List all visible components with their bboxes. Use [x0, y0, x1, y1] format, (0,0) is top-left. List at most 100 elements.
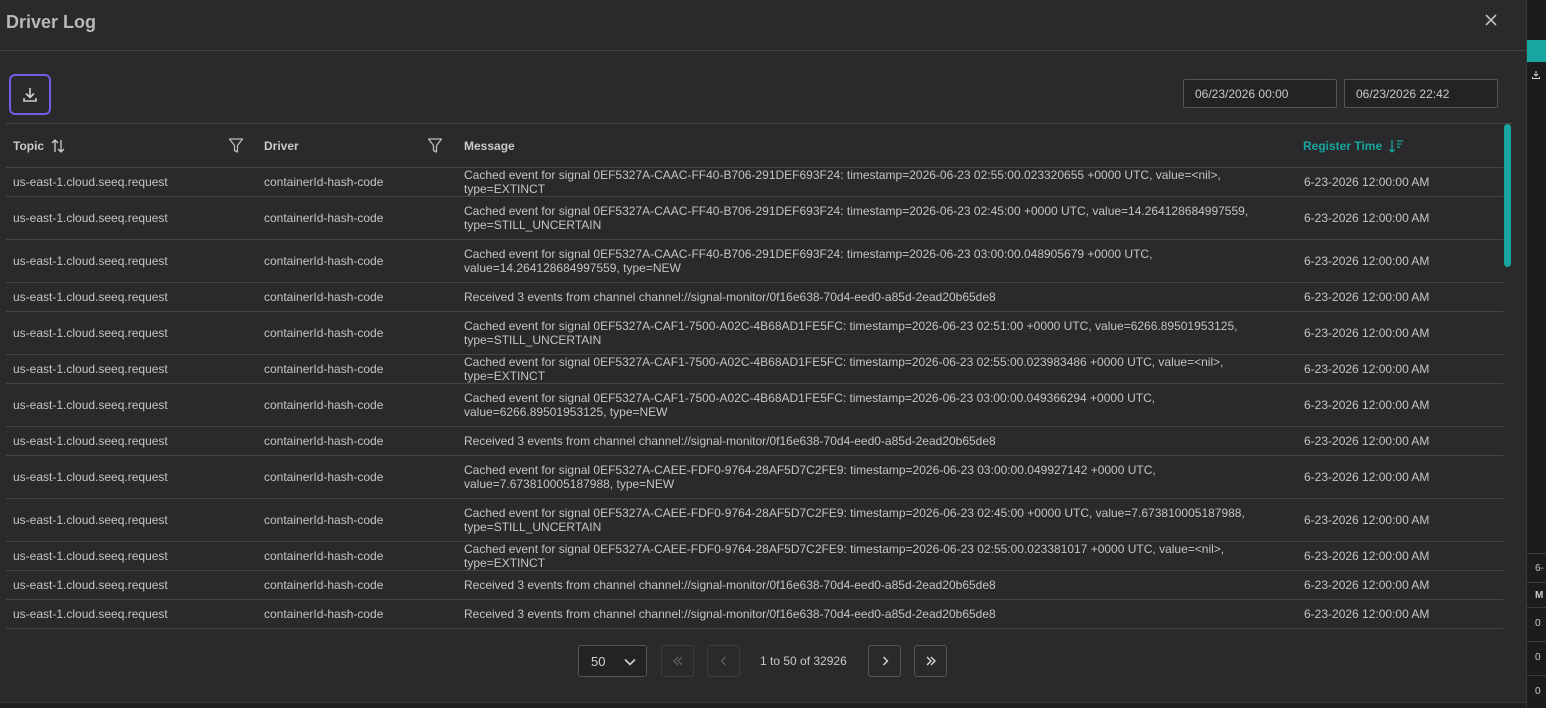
table-row[interactable]: us-east-1.cloud.seeq.request containerId-… [6, 355, 1504, 384]
topic-cell: us-east-1.cloud.seeq.request [13, 549, 168, 563]
table-row[interactable]: us-east-1.cloud.seeq.request containerId-… [6, 240, 1504, 283]
background-divider [1527, 641, 1546, 642]
column-header-topic[interactable]: Topic [13, 124, 66, 168]
register-time-cell: 6-23-2026 12:00:00 AM [1304, 175, 1430, 189]
table-row[interactable]: us-east-1.cloud.seeq.request containerId-… [6, 427, 1504, 456]
topic-cell: us-east-1.cloud.seeq.request [13, 326, 168, 340]
driver-cell: containerId-hash-code [264, 290, 384, 304]
register-time-cell: 6-23-2026 12:00:00 AM [1304, 549, 1430, 563]
download-icon [23, 87, 37, 102]
register-time-cell: 6-23-2026 12:00:00 AM [1304, 578, 1430, 592]
message-cell: Received 3 events from channel channel:/… [464, 290, 996, 304]
topic-cell: us-east-1.cloud.seeq.request [13, 578, 168, 592]
end-date-input[interactable] [1344, 79, 1498, 108]
driver-log-dialog: Driver Log Topic [0, 0, 1526, 708]
background-value: 0 [1535, 652, 1541, 663]
background-divider [1527, 553, 1546, 554]
topic-cell: us-east-1.cloud.seeq.request [13, 513, 168, 527]
table-row[interactable]: us-east-1.cloud.seeq.request containerId-… [6, 197, 1504, 240]
driver-cell: containerId-hash-code [264, 398, 384, 412]
topic-cell: us-east-1.cloud.seeq.request [13, 290, 168, 304]
grid-header: Topic Driver Message Register Time [6, 124, 1504, 168]
dialog-title: Driver Log [6, 12, 97, 32]
double-chevron-right-icon [926, 656, 936, 666]
topic-cell: us-east-1.cloud.seeq.request [13, 470, 168, 484]
driver-cell: containerId-hash-code [264, 607, 384, 621]
table-row[interactable]: us-east-1.cloud.seeq.request containerId-… [6, 168, 1504, 197]
register-time-cell: 6-23-2026 12:00:00 AM [1304, 607, 1430, 621]
register-time-cell: 6-23-2026 12:00:00 AM [1304, 398, 1430, 412]
last-page-button[interactable] [914, 645, 947, 677]
column-header-message[interactable]: Message [464, 124, 515, 168]
background-accent-bar [1527, 40, 1546, 62]
driver-cell: containerId-hash-code [264, 549, 384, 563]
driver-filter-icon[interactable] [427, 137, 443, 158]
topic-cell: us-east-1.cloud.seeq.request [13, 434, 168, 448]
topic-filter-icon[interactable] [228, 137, 244, 158]
register-time-cell: 6-23-2026 12:00:00 AM [1304, 326, 1430, 340]
driver-cell: containerId-hash-code [264, 578, 384, 592]
driver-cell: containerId-hash-code [264, 211, 384, 225]
message-cell: Cached event for signal 0EF5327A-CAF1-75… [464, 319, 1238, 347]
topic-cell: us-east-1.cloud.seeq.request [13, 398, 168, 412]
table-row[interactable]: us-east-1.cloud.seeq.request containerId-… [6, 499, 1504, 542]
table-row[interactable]: us-east-1.cloud.seeq.request containerId-… [6, 312, 1504, 355]
background-divider [1527, 675, 1546, 676]
column-header-register-time[interactable]: Register Time [1303, 124, 1404, 168]
topic-cell: us-east-1.cloud.seeq.request [13, 254, 168, 268]
background-download-icon [1531, 67, 1541, 85]
register-time-cell: 6-23-2026 12:00:00 AM [1304, 434, 1430, 448]
background-value: 0 [1535, 686, 1541, 697]
next-page-button[interactable] [868, 645, 901, 677]
register-time-cell: 6-23-2026 12:00:00 AM [1304, 211, 1430, 225]
page-size-select[interactable]: 50 [578, 645, 647, 677]
message-cell: Received 3 events from channel channel:/… [464, 434, 996, 448]
table-row[interactable]: us-east-1.cloud.seeq.request containerId-… [6, 384, 1504, 427]
grid-body: us-east-1.cloud.seeq.request containerId-… [6, 168, 1504, 629]
close-icon [1485, 14, 1497, 26]
driver-log-grid: Topic Driver Message Register Time us-ea… [6, 123, 1512, 629]
message-cell: Cached event for signal 0EF5327A-CAAC-FF… [464, 168, 1221, 196]
driver-cell: containerId-hash-code [264, 326, 384, 340]
background-footer [0, 702, 1526, 708]
column-header-message-label: Message [464, 139, 515, 153]
close-button[interactable] [1480, 9, 1502, 31]
first-page-button[interactable] [661, 645, 694, 677]
dialog-header: Driver Log [0, 0, 1526, 51]
sort-icon[interactable] [50, 138, 66, 154]
message-cell: Received 3 events from channel channel:/… [464, 578, 996, 592]
column-header-driver-label: Driver [264, 139, 299, 153]
background-divider [1527, 607, 1546, 608]
column-header-topic-label: Topic [13, 139, 45, 153]
column-header-driver[interactable]: Driver [264, 124, 299, 168]
message-cell: Cached event for signal 0EF5327A-CAAC-FF… [464, 247, 1153, 275]
start-date-input[interactable] [1183, 79, 1337, 108]
grid-scrollbar-thumb[interactable] [1504, 124, 1511, 267]
background-panel: 6- M 0 0 0 [1526, 0, 1546, 708]
topic-cell: us-east-1.cloud.seeq.request [13, 362, 168, 376]
driver-cell: containerId-hash-code [264, 175, 384, 189]
table-row[interactable]: us-east-1.cloud.seeq.request containerId-… [6, 600, 1504, 629]
chevron-down-icon [623, 655, 637, 672]
previous-page-button[interactable] [707, 645, 740, 677]
page-info: 1 to 50 of 32926 [760, 654, 847, 668]
background-divider [1527, 582, 1546, 583]
register-time-cell: 6-23-2026 12:00:00 AM [1304, 470, 1430, 484]
message-cell: Cached event for signal 0EF5327A-CAF1-75… [464, 355, 1224, 383]
table-row[interactable]: us-east-1.cloud.seeq.request containerId-… [6, 456, 1504, 499]
page-size-value: 50 [591, 653, 606, 669]
chevron-left-icon [720, 656, 726, 666]
table-row[interactable]: us-east-1.cloud.seeq.request containerId-… [6, 542, 1504, 571]
message-cell: Cached event for signal 0EF5327A-CAEE-FD… [464, 542, 1225, 570]
driver-cell: containerId-hash-code [264, 362, 384, 376]
register-time-cell: 6-23-2026 12:00:00 AM [1304, 513, 1430, 527]
register-time-cell: 6-23-2026 12:00:00 AM [1304, 254, 1430, 268]
topic-cell: us-east-1.cloud.seeq.request [13, 607, 168, 621]
table-row[interactable]: us-east-1.cloud.seeq.request containerId-… [6, 283, 1504, 312]
sort-descending-icon[interactable] [1388, 138, 1404, 154]
register-time-cell: 6-23-2026 12:00:00 AM [1304, 290, 1430, 304]
download-button[interactable] [9, 74, 51, 115]
message-cell: Cached event for signal 0EF5327A-CAEE-FD… [464, 463, 1156, 491]
driver-cell: containerId-hash-code [264, 470, 384, 484]
table-row[interactable]: us-east-1.cloud.seeq.request containerId-… [6, 571, 1504, 600]
